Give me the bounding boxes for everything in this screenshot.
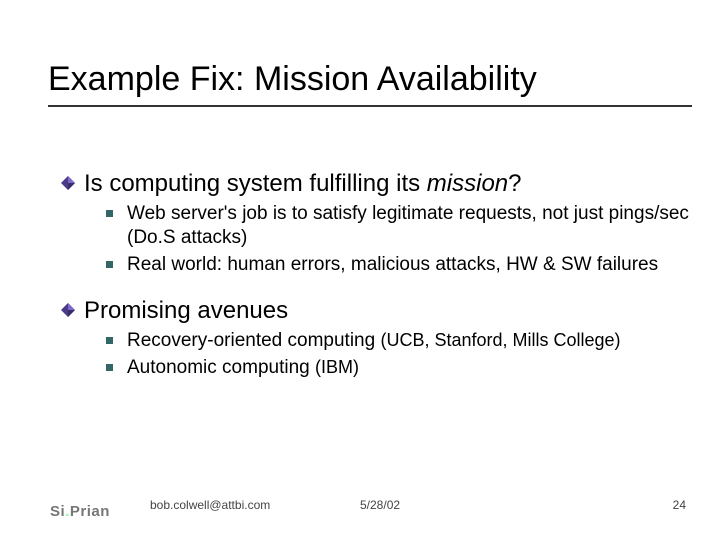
- diamond-bullet-icon: [60, 175, 76, 191]
- square-bullet-icon: [106, 337, 113, 344]
- square-bullet-icon: [106, 261, 113, 268]
- title-underline: [48, 105, 692, 107]
- bullet-level2: Real world: human errors, malicious atta…: [106, 253, 696, 277]
- text-small: (UCB, Stanford, Mills College): [380, 330, 620, 350]
- square-bullet-icon: [106, 364, 113, 371]
- bullet-text: Recovery-oriented computing (UCB, Stanfo…: [127, 329, 696, 353]
- diamond-bullet-icon: [60, 302, 76, 318]
- text-run: Recovery-oriented computing: [127, 330, 380, 351]
- bullet-level2: Autonomic computing (IBM): [106, 356, 696, 380]
- footer-date: 5/28/02: [360, 498, 400, 512]
- text-run: Autonomic computing: [127, 357, 315, 378]
- bullet-text: Promising avenues: [84, 296, 288, 326]
- bullet-text: Is computing system fulfilling its missi…: [84, 169, 522, 199]
- text-small: (IBM): [315, 357, 359, 377]
- footer-page-number: 24: [673, 498, 686, 512]
- footer: bob.colwell@attbi.com 5/28/02 24: [0, 498, 720, 518]
- bullet-level2: Recovery-oriented computing (UCB, Stanfo…: [106, 329, 696, 353]
- square-bullet-icon: [106, 210, 113, 217]
- text-run: Is computing system fulfilling its: [84, 170, 427, 197]
- title-block: Example Fix: Mission Availability: [48, 60, 692, 107]
- footer-email: bob.colwell@attbi.com: [150, 498, 270, 512]
- bullet-level1: Promising avenues: [60, 296, 696, 326]
- slide-title: Example Fix: Mission Availability: [48, 60, 692, 99]
- bullet-text: Real world: human errors, malicious atta…: [127, 253, 696, 277]
- bullet-level1: Is computing system fulfilling its missi…: [60, 169, 696, 199]
- text-italic: mission: [427, 170, 508, 197]
- bullet-level2: Web server's job is to satisfy legitimat…: [106, 202, 696, 250]
- bullet-text: Autonomic computing (IBM): [127, 356, 696, 380]
- slide-body: Is computing system fulfilling its missi…: [88, 165, 696, 383]
- bullet-text: Web server's job is to satisfy legitimat…: [127, 202, 696, 250]
- slide: Example Fix: Mission Availability Is com…: [0, 0, 720, 540]
- text-run: ?: [508, 170, 521, 197]
